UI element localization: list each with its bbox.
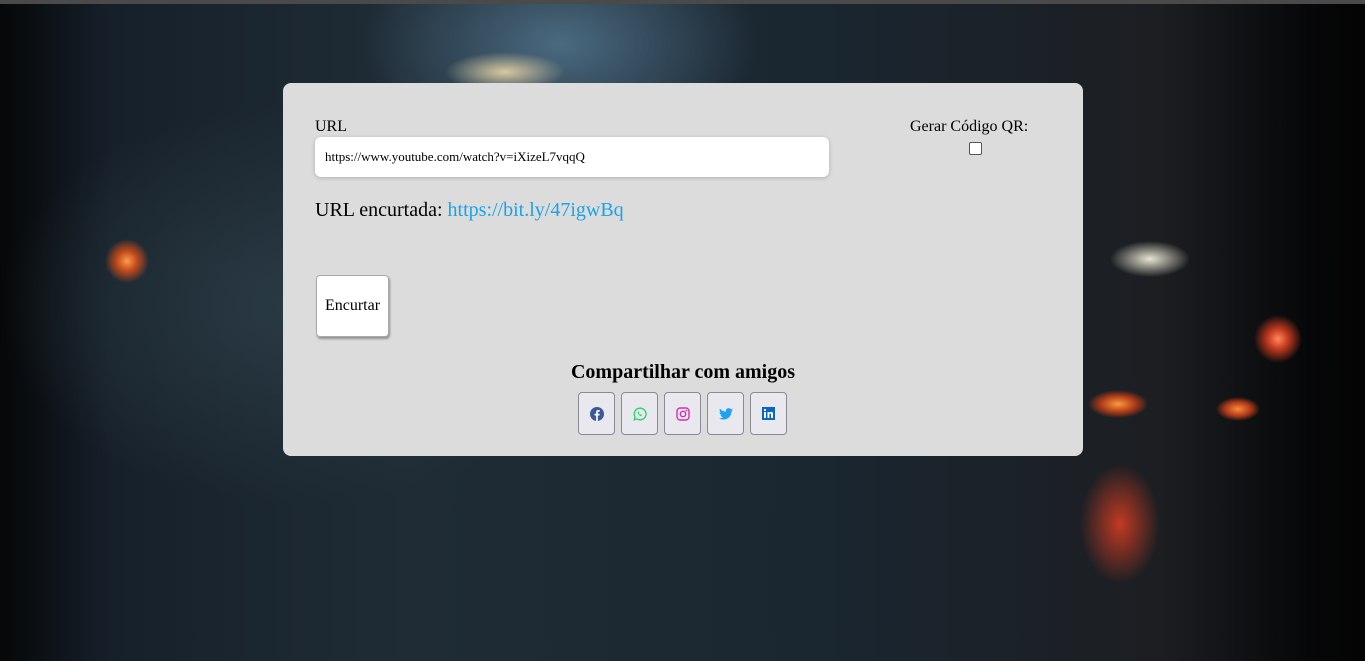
share-title: Compartilhar com amigos [570, 361, 796, 383]
shortener-card: URL Gerar Código QR: URL encurtada: http… [283, 83, 1083, 456]
share-instagram-button[interactable] [664, 392, 701, 435]
url-label: URL [315, 118, 347, 135]
share-buttons [578, 392, 787, 435]
twitter-icon [718, 407, 733, 420]
shorten-button[interactable]: Encurtar [316, 275, 389, 337]
qr-label: Gerar Código QR: [910, 118, 1029, 135]
qr-checkbox[interactable] [969, 142, 982, 155]
linkedin-icon [762, 407, 775, 420]
share-facebook-button[interactable] [578, 392, 615, 435]
share-twitter-button[interactable] [707, 392, 744, 435]
facebook-icon [589, 406, 604, 421]
short-url-link[interactable]: https://bit.ly/47igwBq [448, 199, 624, 221]
instagram-icon [675, 406, 690, 421]
short-url-label: URL encurtada: [315, 199, 443, 221]
share-whatsapp-button[interactable] [621, 392, 658, 435]
short-url-row: URL encurtada: https://bit.ly/47igwBq [315, 199, 624, 222]
whatsapp-icon [632, 407, 647, 421]
share-linkedin-button[interactable] [750, 392, 787, 435]
url-input[interactable] [315, 137, 829, 177]
